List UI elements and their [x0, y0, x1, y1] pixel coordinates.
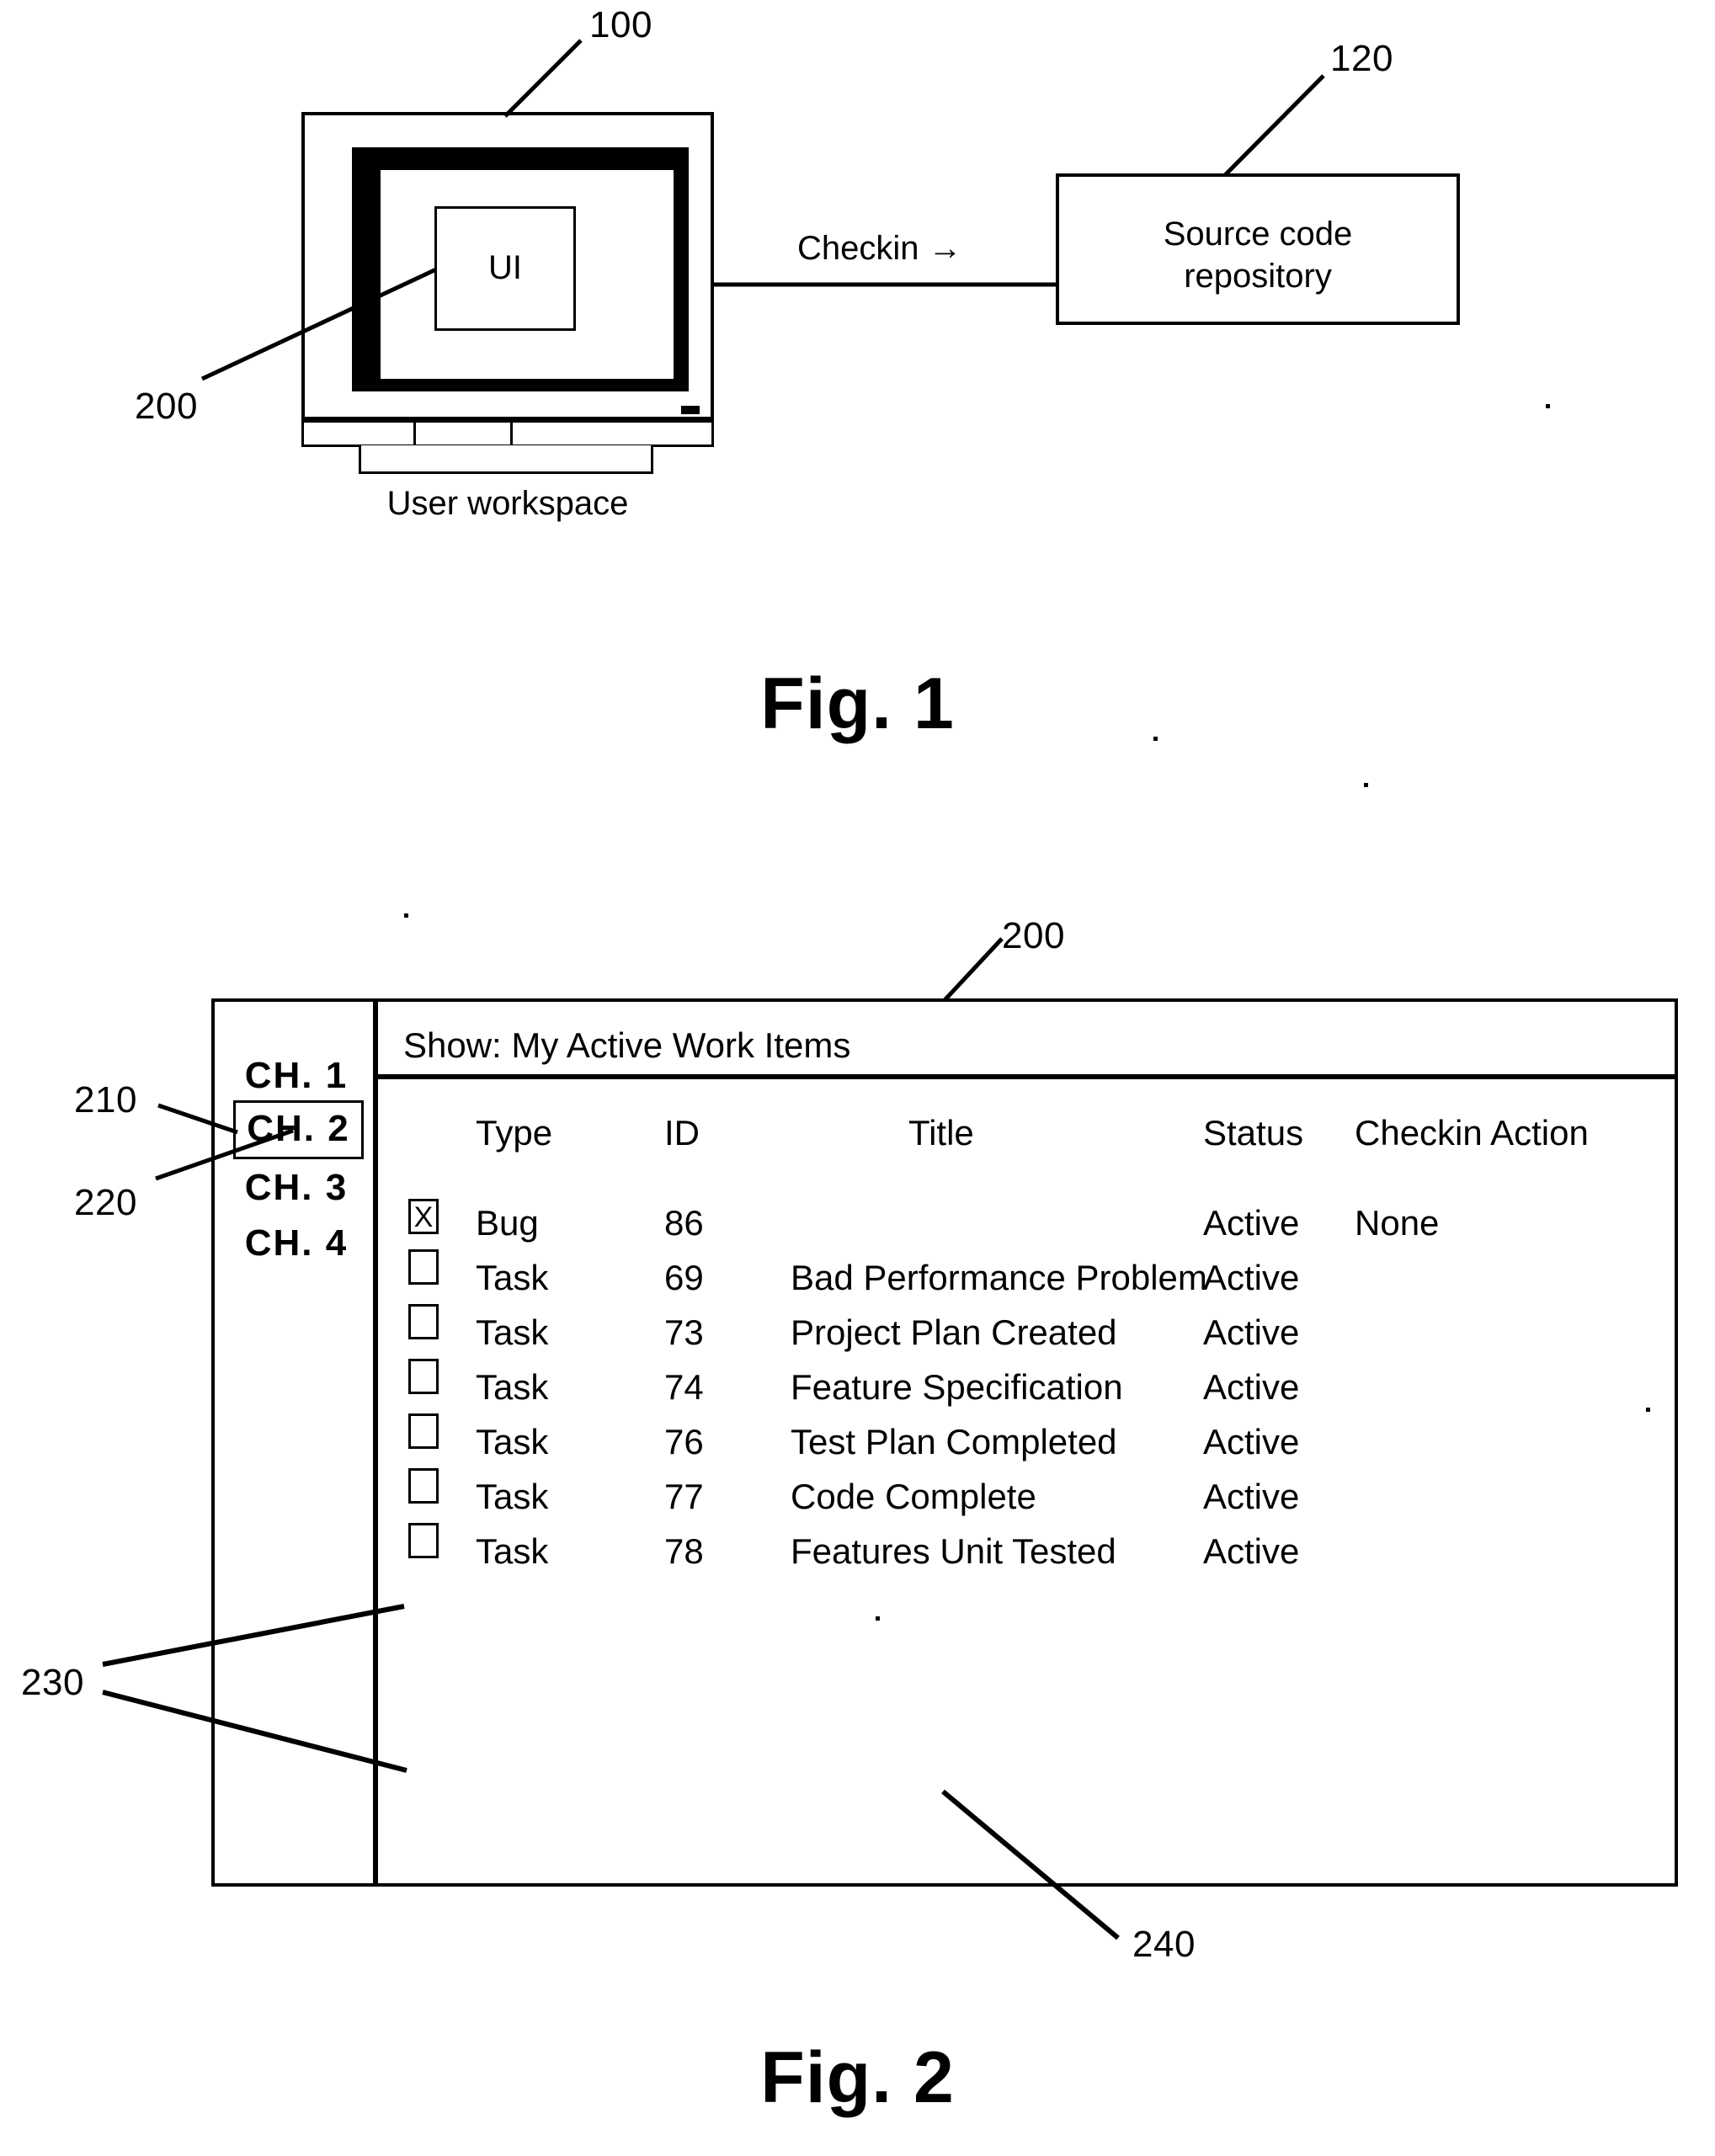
cell-status: Active [1203, 1203, 1300, 1243]
ref-number-210: 210 [74, 1079, 137, 1121]
changeset-sidebar: CH. 1 CH. 2 CH. 3 CH. 4 [215, 1002, 378, 1883]
sidebar-item-label: CH. 4 [244, 1222, 349, 1264]
cell-type: Task [476, 1422, 549, 1461]
row-checkbox[interactable] [408, 1523, 439, 1567]
cell-type: Task [476, 1477, 549, 1516]
cell-title: Test Plan Completed [791, 1422, 1117, 1461]
cell-status: Active [1203, 1477, 1300, 1516]
cell-type: Task [476, 1312, 549, 1352]
table-row[interactable]: Task 69 Bad Performance Problem Active [378, 1249, 1675, 1312]
column-header-id: ID [664, 1113, 700, 1153]
checkbox-icon[interactable] [408, 1249, 439, 1285]
sidebar-item-label: CH. 2 [247, 1108, 350, 1149]
cell-id: 69 [664, 1258, 704, 1297]
cell-id: 74 [664, 1367, 704, 1407]
cell-status: Active [1203, 1312, 1300, 1352]
table-row[interactable]: Task 76 Test Plan Completed Active [378, 1413, 1675, 1476]
cell-title: Code Complete [791, 1477, 1036, 1516]
scan-speck [1646, 1408, 1650, 1412]
table-row[interactable]: Task 77 Code Complete Active [378, 1468, 1675, 1530]
cell-status: Active [1203, 1531, 1300, 1571]
scan-speck [1153, 737, 1158, 741]
scan-speck [1364, 783, 1368, 787]
scan-speck [404, 913, 408, 918]
row-checkbox[interactable] [408, 1468, 439, 1512]
cell-title: Feature Specification [791, 1367, 1123, 1407]
table-row[interactable]: Task 73 Project Plan Created Active [378, 1304, 1675, 1366]
row-checkbox[interactable] [408, 1249, 439, 1293]
show-filter-label: Show: My Active Work Items [403, 1025, 851, 1065]
cell-id: 78 [664, 1531, 704, 1571]
work-item-window: CH. 1 CH. 2 CH. 3 CH. 4 Show: My Active … [211, 998, 1678, 1887]
ref-number-230: 230 [21, 1662, 84, 1703]
cell-type: Task [476, 1367, 549, 1407]
ref-number-220: 220 [74, 1182, 137, 1223]
ref-number-240: 240 [1132, 1924, 1196, 1965]
checkbox-icon[interactable] [408, 1359, 439, 1394]
row-checkbox[interactable] [408, 1304, 439, 1348]
cell-status: Active [1203, 1258, 1300, 1297]
scan-speck [1546, 404, 1550, 408]
cell-id: 73 [664, 1312, 704, 1352]
cell-type: Task [476, 1258, 549, 1297]
checkbox-icon[interactable] [408, 1468, 439, 1504]
column-header-checkin-action: Checkin Action [1355, 1113, 1589, 1153]
cell-title: Bad Performance Problem [791, 1258, 1207, 1297]
cell-type: Task [476, 1531, 549, 1571]
table-header-row: Type ID Title Status Checkin Action [378, 1113, 1675, 1167]
cell-id: 86 [664, 1203, 704, 1243]
table-row[interactable]: X Bug 86 Active None [378, 1199, 1675, 1257]
sidebar-item-ch-2[interactable]: CH. 2 [233, 1100, 364, 1159]
row-checkbox[interactable] [408, 1359, 439, 1403]
figure-2: CH. 1 CH. 2 CH. 3 CH. 4 Show: My Active … [0, 0, 1715, 2156]
sidebar-item-label: CH. 3 [244, 1167, 349, 1208]
column-header-status: Status [1203, 1113, 1304, 1153]
work-item-main-panel: Show: My Active Work Items Type ID Title… [378, 1002, 1675, 1883]
sidebar-item-ch-1[interactable]: CH. 1 [215, 1055, 378, 1097]
column-header-title: Title [908, 1113, 974, 1153]
sidebar-item-ch-4[interactable]: CH. 4 [215, 1222, 378, 1264]
cell-id: 76 [664, 1422, 704, 1461]
patent-drawing-sheet: UI User workspace Checkin → Source code … [0, 0, 1715, 2156]
sidebar-item-ch-3[interactable]: CH. 3 [215, 1167, 378, 1209]
checkbox-icon[interactable] [408, 1304, 439, 1339]
checkbox-icon[interactable] [408, 1523, 439, 1558]
figure-2-caption: Fig. 2 [760, 2037, 955, 2118]
cell-title: Features Unit Tested [791, 1531, 1116, 1571]
checkbox-icon[interactable] [408, 1413, 439, 1449]
table-row[interactable]: Task 78 Features Unit Tested Active [378, 1523, 1675, 1585]
cell-type: Bug [476, 1203, 539, 1243]
cell-title: Project Plan Created [791, 1312, 1117, 1352]
checkbox-icon[interactable]: X [408, 1199, 439, 1234]
sidebar-item-label: CH. 1 [244, 1055, 349, 1096]
cell-status: Active [1203, 1422, 1300, 1461]
cell-action: None [1355, 1203, 1440, 1243]
cell-status: Active [1203, 1367, 1300, 1407]
row-checkbox[interactable] [408, 1413, 439, 1457]
column-header-type: Type [476, 1113, 553, 1153]
row-checkbox[interactable]: X [408, 1195, 439, 1235]
ref-number-200-fig2: 200 [1002, 915, 1065, 956]
scan-speck [876, 1616, 880, 1621]
show-filter-bar[interactable]: Show: My Active Work Items [378, 1002, 1675, 1079]
cell-id: 77 [664, 1477, 704, 1516]
table-row[interactable]: Task 74 Feature Specification Active [378, 1359, 1675, 1421]
